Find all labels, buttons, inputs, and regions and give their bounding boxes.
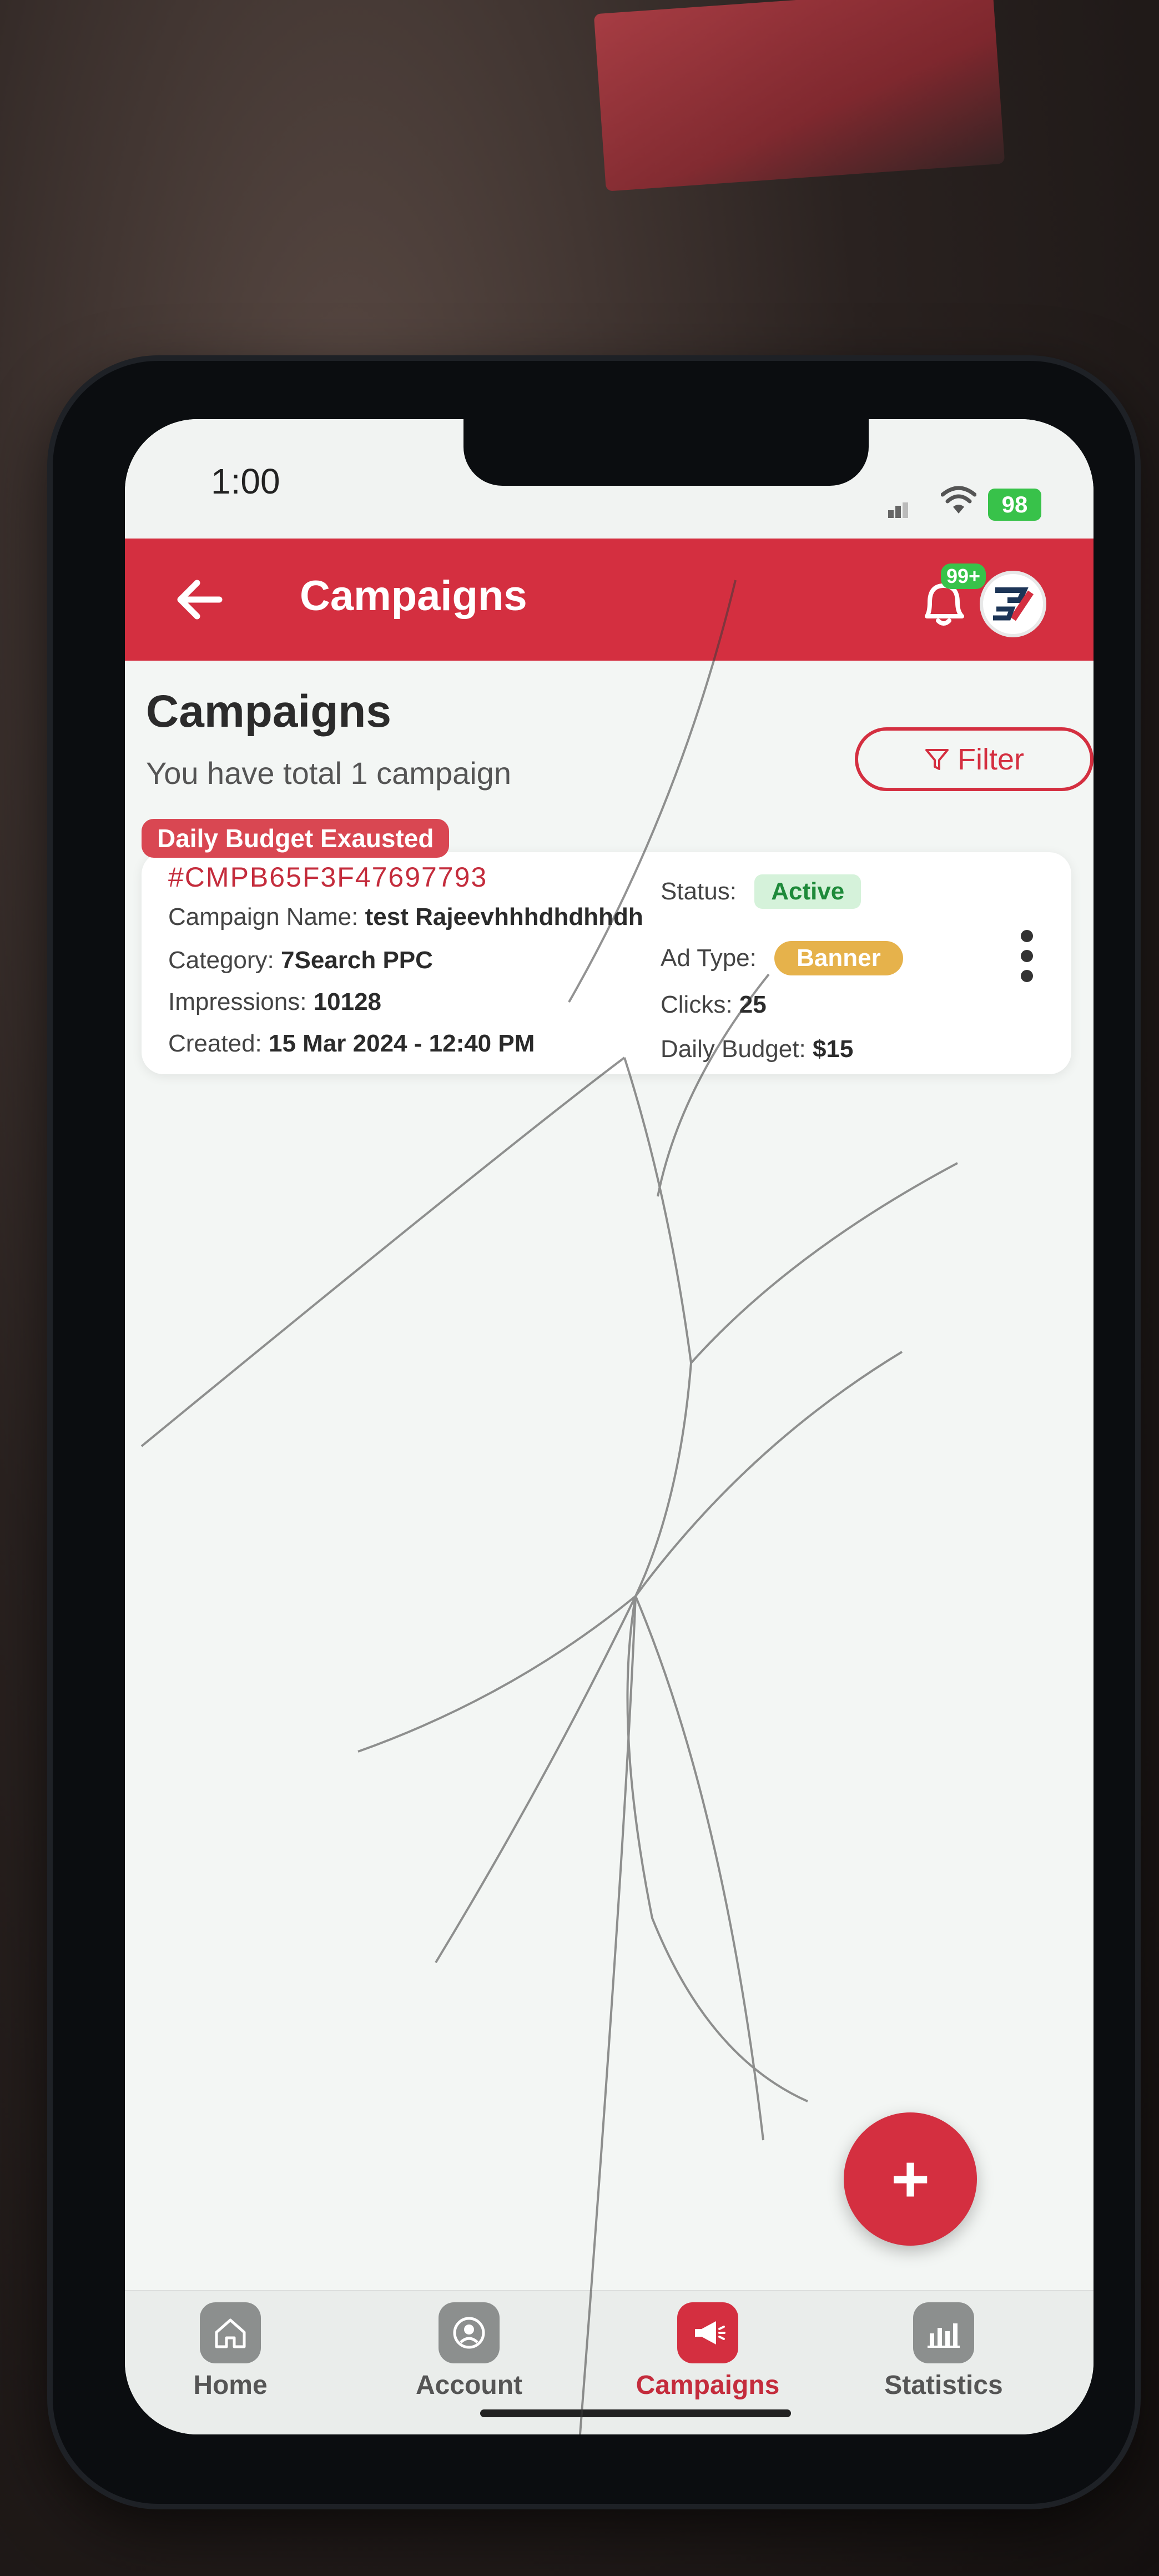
clicks-value: 25 <box>739 991 767 1018</box>
app-bar: Campaigns 99+ <box>125 539 1094 661</box>
app-bar-title: Campaigns <box>300 572 527 620</box>
more-options-icon[interactable] <box>1016 930 1038 997</box>
background-card <box>593 0 1005 192</box>
nav-label-campaigns: Campaigns <box>636 2371 780 2400</box>
campaign-name-value: test Rajeevhhhdhdhhdh <box>365 903 643 930</box>
campaign-name-label: Campaign Name: <box>168 903 359 930</box>
impressions-value: 10128 <box>313 988 382 1015</box>
clicks-row: Clicks: 25 <box>661 991 767 1019</box>
status-row: Status: Active <box>661 874 861 909</box>
budget-value: $15 <box>812 1035 854 1063</box>
brand-logo-icon <box>993 587 1034 621</box>
budget-label: Daily Budget: <box>661 1035 806 1063</box>
wifi-icon <box>941 486 976 514</box>
campaign-name-row: Campaign Name: test Rajeevhhhdhdhhdh <box>168 903 643 931</box>
category-row: Category: 7Search PPC <box>168 947 433 974</box>
budget-row: Daily Budget: $15 <box>661 1035 853 1063</box>
megaphone-icon <box>677 2302 738 2363</box>
status-badge: Active <box>754 874 861 909</box>
bar-chart-icon <box>913 2302 974 2363</box>
notch <box>463 419 869 486</box>
notification-badge: 99+ <box>941 564 986 589</box>
nav-label-statistics: Statistics <box>884 2371 1003 2400</box>
account-icon <box>439 2302 500 2363</box>
created-value: 15 Mar 2024 - 12:40 PM <box>269 1030 535 1057</box>
campaign-card[interactable]: #CMPB65F3F47697793 Campaign Name: test R… <box>142 852 1071 1074</box>
home-icon <box>200 2302 261 2363</box>
category-label: Category: <box>168 947 274 974</box>
adtype-label: Ad Type: <box>661 944 757 972</box>
nav-label-home: Home <box>193 2371 268 2400</box>
adtype-row: Ad Type: Banner <box>661 941 903 975</box>
nav-item-home[interactable]: Home <box>147 2302 314 2401</box>
back-arrow-icon[interactable] <box>169 572 230 627</box>
page-title: Campaigns <box>146 686 391 737</box>
created-label: Created: <box>168 1030 262 1057</box>
battery-indicator: 98 <box>988 489 1041 521</box>
nav-item-account[interactable]: Account <box>386 2302 552 2401</box>
avatar[interactable] <box>980 571 1046 637</box>
plus-icon: + <box>890 2142 930 2216</box>
signal-icon <box>888 502 908 518</box>
filter-button[interactable]: Filter <box>855 727 1094 791</box>
nav-item-campaigns[interactable]: Campaigns <box>624 2302 791 2401</box>
add-campaign-button[interactable]: + <box>844 2112 977 2246</box>
impressions-label: Impressions: <box>168 988 307 1015</box>
adtype-badge: Banner <box>774 941 903 975</box>
created-row: Created: 15 Mar 2024 - 12:40 PM <box>168 1030 535 1058</box>
nav-label-account: Account <box>416 2371 522 2400</box>
category-value: 7Search PPC <box>281 947 433 974</box>
phone-screen: 1:00 98 Campaigns 99+ Campaigns You have… <box>125 419 1094 2434</box>
budget-exhausted-badge: Daily Budget Exausted <box>142 819 450 858</box>
impressions-row: Impressions: 10128 <box>168 988 381 1016</box>
clicks-label: Clicks: <box>661 991 733 1018</box>
campaign-id: #CMPB65F3F47697793 <box>168 862 488 893</box>
home-indicator <box>480 2409 791 2417</box>
battery-level: 98 <box>1001 491 1028 517</box>
filter-label: Filter <box>958 742 1024 776</box>
filter-icon <box>925 748 949 770</box>
campaign-count-text: You have total 1 campaign <box>146 756 511 791</box>
status-time: 1:00 <box>211 461 280 501</box>
nav-item-statistics[interactable]: Statistics <box>860 2302 1027 2401</box>
status-label: Status: <box>661 878 737 905</box>
